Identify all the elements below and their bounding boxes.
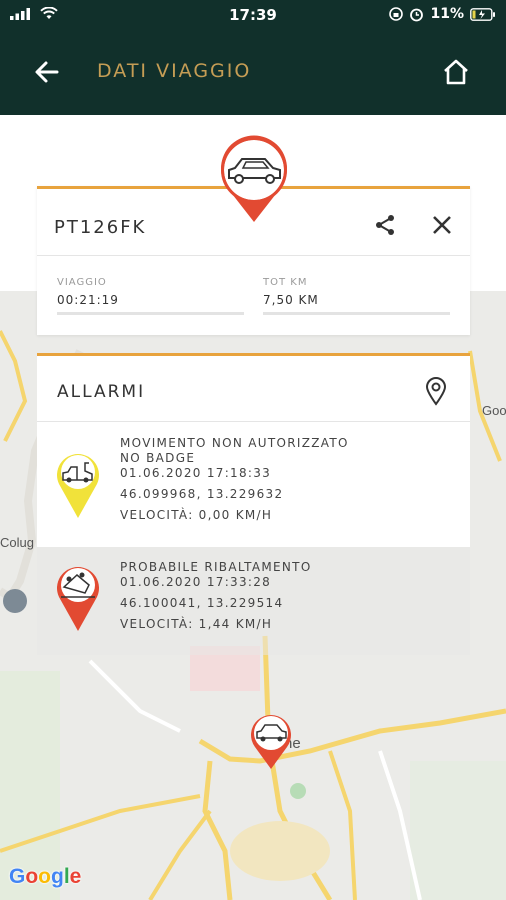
alarm-speed: VELOCITÀ: 1,44 KM/H [120,617,273,631]
alarms-divider [37,421,470,422]
share-icon [376,215,394,235]
car-marker-icon [251,715,291,769]
map-label-goo: Goo [482,403,506,418]
home-button[interactable] [441,57,471,87]
battery-icon [470,7,495,21]
alarm-coordinates: 46.099968, 13.229632 [120,487,284,501]
status-right: 11% [389,6,496,22]
status-bar: 17:39 11% [0,0,506,30]
share-button[interactable] [373,213,397,237]
alarm-pin [55,450,101,518]
alarm-coordinates: 46.100041, 13.229514 [120,596,284,610]
close-icon [433,216,451,234]
map-label-colug: Colug [0,535,34,550]
alarm-subtype: NO BADGE [120,451,196,465]
trip-duration-underline [57,312,244,315]
vehicle-badge [217,134,291,224]
alarms-location-button[interactable] [424,376,448,406]
alarm-speed: VELOCITÀ: 0,00 KM/H [120,508,273,522]
alarm-datetime: 01.06.2020 17:33:28 [120,575,272,589]
total-km-label: TOT KM [263,277,308,288]
alarm-type: PROBABILE RIBALTAMENTO [120,560,312,574]
alarm-datetime: 01.06.2020 17:18:33 [120,466,272,480]
trip-duration-value: 00:21:19 [57,293,119,307]
alarm-details: MOVIMENTO NON AUTORIZZATO NO BADGE 01.06… [120,436,349,523]
alarm-details: PROBABILE RIBALTAMENTO 01.06.2020 17:33:… [120,560,312,632]
back-button[interactable] [33,58,63,86]
page-title: DATI VIAGGIO [97,60,252,82]
location-pin-icon [425,377,447,406]
license-plate: PT126FK [54,217,147,238]
app-header: 17:39 11% DATI VIAGGIO [0,0,506,115]
trip-divider [37,255,470,256]
battery-percent: 11% [430,6,464,22]
arrow-left-icon [35,61,59,83]
alarm-pin [55,563,101,631]
total-km-underline [263,312,450,315]
lock-rotation-icon [389,7,404,21]
vehicle-map-marker[interactable] [247,711,295,771]
trip-duration-label: VIAGGIO [57,277,107,288]
car-pin-icon [221,135,287,222]
tow-truck-icon [57,454,99,518]
google-logo: Google [9,865,82,888]
total-km-value: 7,50 KM [263,293,319,307]
close-button[interactable] [430,213,454,237]
rollover-icon [57,567,99,631]
home-icon [444,59,468,85]
alarms-title: ALLARMI [57,382,146,402]
alarm-icon [410,8,424,21]
alarm-type: MOVIMENTO NON AUTORIZZATO [120,436,349,450]
